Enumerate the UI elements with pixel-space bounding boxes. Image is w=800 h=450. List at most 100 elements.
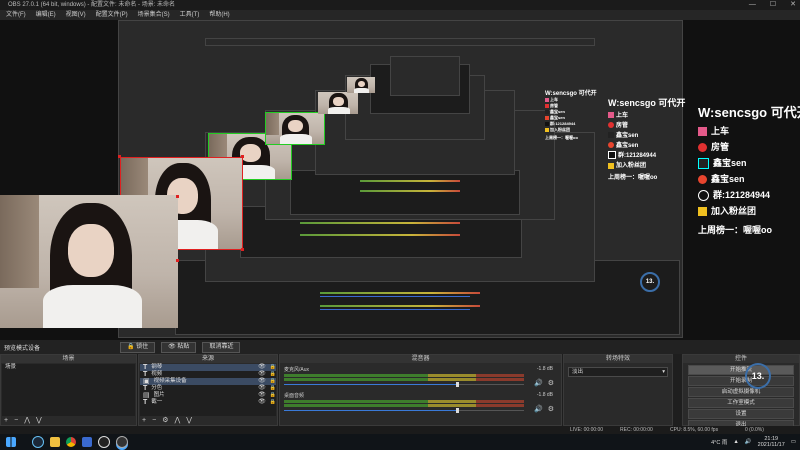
notification-icon[interactable]: ▭ <box>791 439 796 445</box>
scene-item[interactable]: 场景 <box>2 364 135 371</box>
source-item[interactable]: T 钢琴 👁 🔒 <box>140 364 276 371</box>
lock-icon[interactable]: 🔒 <box>270 371 276 378</box>
mixer-title: 混音器 <box>280 355 561 363</box>
folder-icon[interactable] <box>50 437 60 447</box>
volume-icon[interactable]: 🔊 <box>745 439 752 445</box>
remove-icon[interactable]: − <box>152 417 156 425</box>
paste-button[interactable]: 👁 粘贴 <box>161 341 197 353</box>
volume-slider[interactable] <box>284 410 525 411</box>
close-button[interactable]: ✕ <box>790 0 796 10</box>
eye-icon[interactable]: 👁 <box>258 378 266 385</box>
clock[interactable]: 21:19 2021/11/17 <box>758 436 785 448</box>
studio-mode-button[interactable]: 工作室模式 <box>688 398 794 408</box>
bilibili-icon <box>698 127 707 137</box>
start-recording-button[interactable]: 开始录制 <box>688 376 794 386</box>
weather-widget[interactable]: 4°C 雨 <box>711 438 727 446</box>
gear-icon[interactable]: ⚙ <box>548 379 554 387</box>
speaker-icon[interactable]: 🔊 <box>534 379 543 387</box>
lock-icon[interactable]: 🔒 <box>270 378 276 385</box>
volume-slider[interactable] <box>284 384 525 385</box>
eye-icon[interactable]: 👁 <box>258 371 266 378</box>
preview-toolbar: 预览模式设备 🔒 锁住 👁 粘贴 取消靠近 <box>0 340 800 354</box>
maximize-button[interactable]: ☐ <box>770 0 776 10</box>
start-streaming-button[interactable]: 开始推流 <box>688 365 794 375</box>
source-item[interactable]: T 截一 👁 🔒 <box>140 399 276 406</box>
obs-status-bar: LIVE: 00:00:00 REC: 00:00:00 CPU: 8.5%, … <box>0 426 800 434</box>
channel-db: -1.8 dB <box>536 366 553 372</box>
lock-icon[interactable]: 🔒 <box>270 364 276 371</box>
dropped-frames: 0 (0.0%) <box>745 427 764 433</box>
volume-meter <box>284 374 525 377</box>
eye-icon[interactable]: 👁 <box>258 399 266 406</box>
resize-handle[interactable] <box>118 155 121 158</box>
steam-icon[interactable] <box>32 436 44 448</box>
app-icon[interactable] <box>82 437 92 447</box>
resize-handle[interactable] <box>176 195 179 198</box>
scenes-footer: + − ⋀ ⋁ <box>1 417 136 425</box>
menu-tools[interactable]: 工具(T) <box>180 10 200 20</box>
resize-handle[interactable] <box>176 259 179 262</box>
volume-knob[interactable] <box>455 382 459 387</box>
image-source-icon: ▤ <box>143 392 150 399</box>
move-down-icon[interactable]: ⋁ <box>36 417 42 425</box>
obs-icon[interactable] <box>98 436 110 448</box>
sources-title: 来源 <box>139 355 277 363</box>
live-timer: LIVE: 00:00:00 <box>570 427 604 433</box>
menu-help[interactable]: 帮助(H) <box>209 10 229 20</box>
gear-icon[interactable]: ⚙ <box>548 405 554 413</box>
fan-badge-icon <box>698 207 707 217</box>
add-icon[interactable]: + <box>142 417 146 425</box>
move-up-icon[interactable]: ⋀ <box>24 417 30 425</box>
source-item[interactable]: T 视频 👁 🔒 <box>140 371 276 378</box>
eye-icon[interactable]: 👁 <box>258 392 266 399</box>
exit-button[interactable]: 取消靠近 <box>202 341 241 353</box>
menu-edit[interactable]: 编辑(E) <box>36 10 56 20</box>
penguin-icon <box>698 190 709 202</box>
channel-db: -1.8 dB <box>536 392 553 398</box>
move-down-icon[interactable]: ⋁ <box>186 417 192 425</box>
dock-area: 场景 场景 + − ⋀ ⋁ 来源 T 钢琴 👁 🔒 T 视频 👁 🔒 ▣ 视频采集设备 👁 🔒 T… <box>0 354 800 430</box>
lock-icon[interactable]: 🔒 <box>270 385 276 392</box>
menu-view[interactable]: 视图(V) <box>66 10 86 20</box>
menu-profile[interactable]: 配置文件(P) <box>96 10 128 20</box>
source-item[interactable]: ▤ 图片 👁 🔒 <box>140 392 276 399</box>
windows-start-icon[interactable] <box>6 437 16 447</box>
lock-icon[interactable]: 🔒 <box>270 399 276 406</box>
virtual-camera-button[interactable]: 启动虚拟摄像机 <box>688 387 794 397</box>
weibo-icon <box>698 175 707 185</box>
preview-canvas[interactable]: W:sencsgo 可代开 上车 房管 鑫宝sen 鑫宝sen 群:121284… <box>0 20 800 340</box>
lock-icon[interactable]: 🔒 <box>270 392 276 399</box>
gear-icon[interactable]: ⚙ <box>162 417 168 425</box>
eye-icon[interactable]: 👁 <box>258 385 266 392</box>
menu-file[interactable]: 文件(F) <box>6 10 26 20</box>
menu-scene-collection[interactable]: 场景集合(S) <box>138 10 170 20</box>
speaker-icon[interactable]: 🔊 <box>534 405 543 413</box>
network-icon[interactable]: ▲ <box>733 439 738 445</box>
webcam-source[interactable] <box>0 195 178 328</box>
transition-select[interactable]: 淡出 ▾ <box>568 367 668 377</box>
nested-stats-badge: 13. <box>640 272 660 292</box>
source-item[interactable]: ▣ 视频采集设备 👁 🔒 <box>140 378 276 385</box>
nested-capture-11 <box>205 38 595 46</box>
nested-meter <box>320 292 480 294</box>
resize-handle[interactable] <box>241 248 244 251</box>
window-title: OBS 27.0.1 (64 bit, windows) - 配置文件: 未命名… <box>8 2 176 8</box>
obs-active-icon[interactable] <box>116 436 128 448</box>
controls-title: 控件 <box>683 355 799 363</box>
move-up-icon[interactable]: ⋀ <box>174 417 180 425</box>
volume-knob[interactable] <box>455 408 459 413</box>
nested-meter <box>300 234 460 236</box>
settings-button[interactable]: 设置 <box>688 409 794 419</box>
mixer-channel: 麦克风/Aux -1.8 dB 🔊 ⚙ <box>284 366 557 390</box>
source-item[interactable]: T 分色 👁 🔒 <box>140 385 276 392</box>
chrome-icon[interactable] <box>66 437 76 447</box>
resize-handle[interactable] <box>241 155 244 158</box>
lock-button[interactable]: 🔒 锁住 <box>120 341 156 353</box>
overlay-line: 鑫宝sen <box>698 172 800 185</box>
nested-capture-10 <box>390 56 460 96</box>
remove-icon[interactable]: − <box>14 417 18 425</box>
controls-body: 开始推流 开始录制 启动虚拟摄像机 工作室模式 设置 退出 <box>684 364 798 430</box>
minimize-button[interactable]: — <box>749 0 756 10</box>
add-icon[interactable]: + <box>4 417 8 425</box>
eye-icon[interactable]: 👁 <box>258 364 266 371</box>
